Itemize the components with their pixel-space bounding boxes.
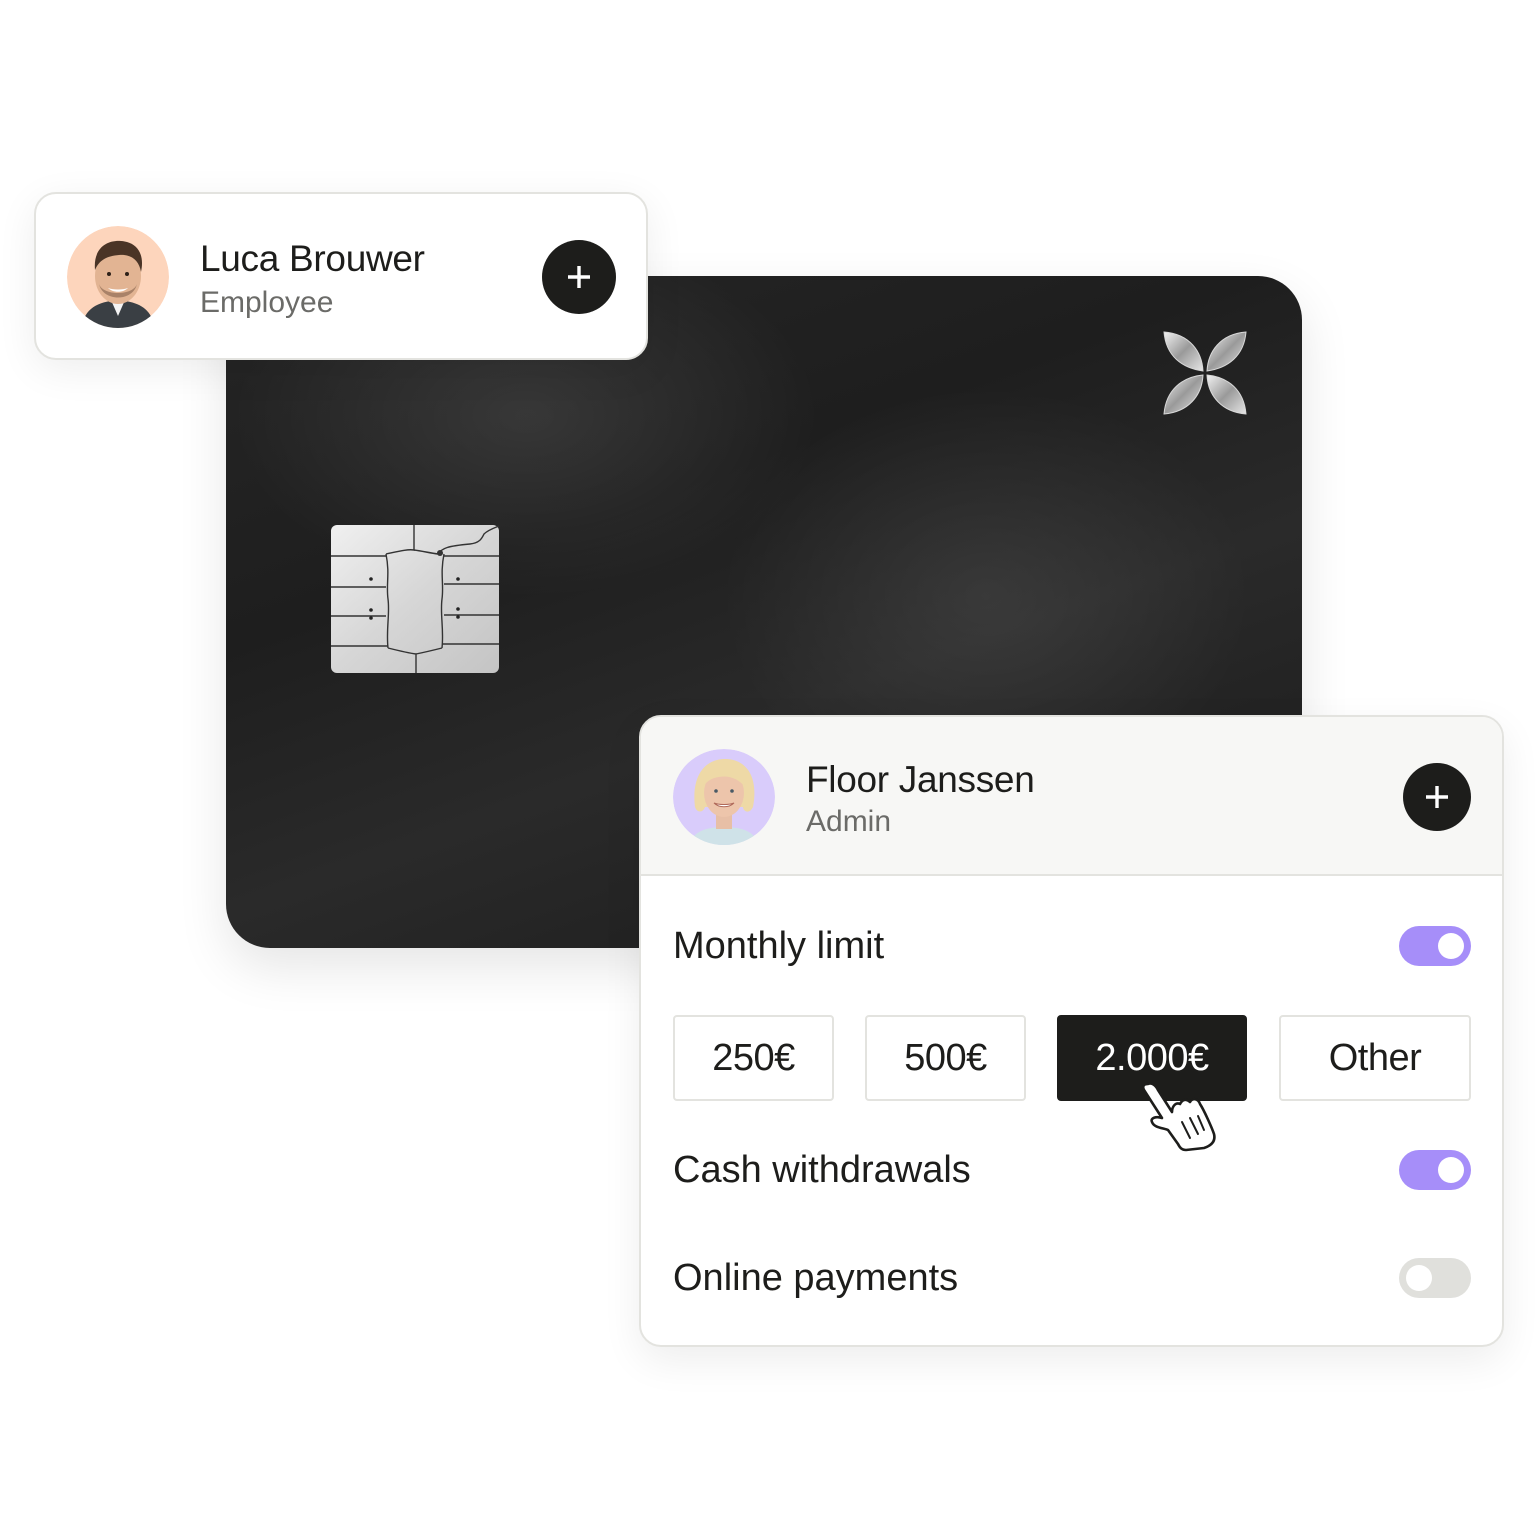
limit-option-500[interactable]: 500€ [865, 1015, 1026, 1101]
hand-pointer-icon [1141, 1082, 1216, 1152]
employee-role: Employee [200, 286, 334, 319]
monthly-limit-label: Monthly limit [673, 925, 885, 967]
online-payments-label: Online payments [673, 1257, 959, 1299]
add-admin-button[interactable] [1403, 763, 1471, 831]
cash-withdrawals-toggle[interactable] [1399, 1150, 1471, 1190]
limit-option-250[interactable]: 250€ [673, 1015, 834, 1101]
admin-name: Floor Janssen [806, 759, 1035, 800]
avatar [67, 226, 169, 328]
cash-withdrawals-label: Cash withdrawals [673, 1149, 971, 1191]
admin-role: Admin [806, 805, 892, 838]
plus-icon [568, 266, 590, 288]
four-petal-logo-icon [1163, 331, 1247, 415]
card-settings-panel: Floor Janssen Admin Monthly limit 250€ 5… [639, 715, 1504, 1347]
employee-name: Luca Brouwer [200, 238, 425, 279]
avatar [673, 749, 775, 845]
online-payments-toggle[interactable] [1399, 1258, 1471, 1298]
employee-user-card: Luca Brouwer Employee [34, 192, 648, 360]
add-employee-button[interactable] [542, 240, 616, 314]
limit-option-other[interactable]: Other [1279, 1015, 1471, 1101]
plus-icon [1426, 786, 1448, 808]
emv-chip-icon [331, 525, 500, 673]
admin-user-header: Floor Janssen Admin [641, 717, 1502, 876]
monthly-limit-toggle[interactable] [1399, 926, 1471, 966]
